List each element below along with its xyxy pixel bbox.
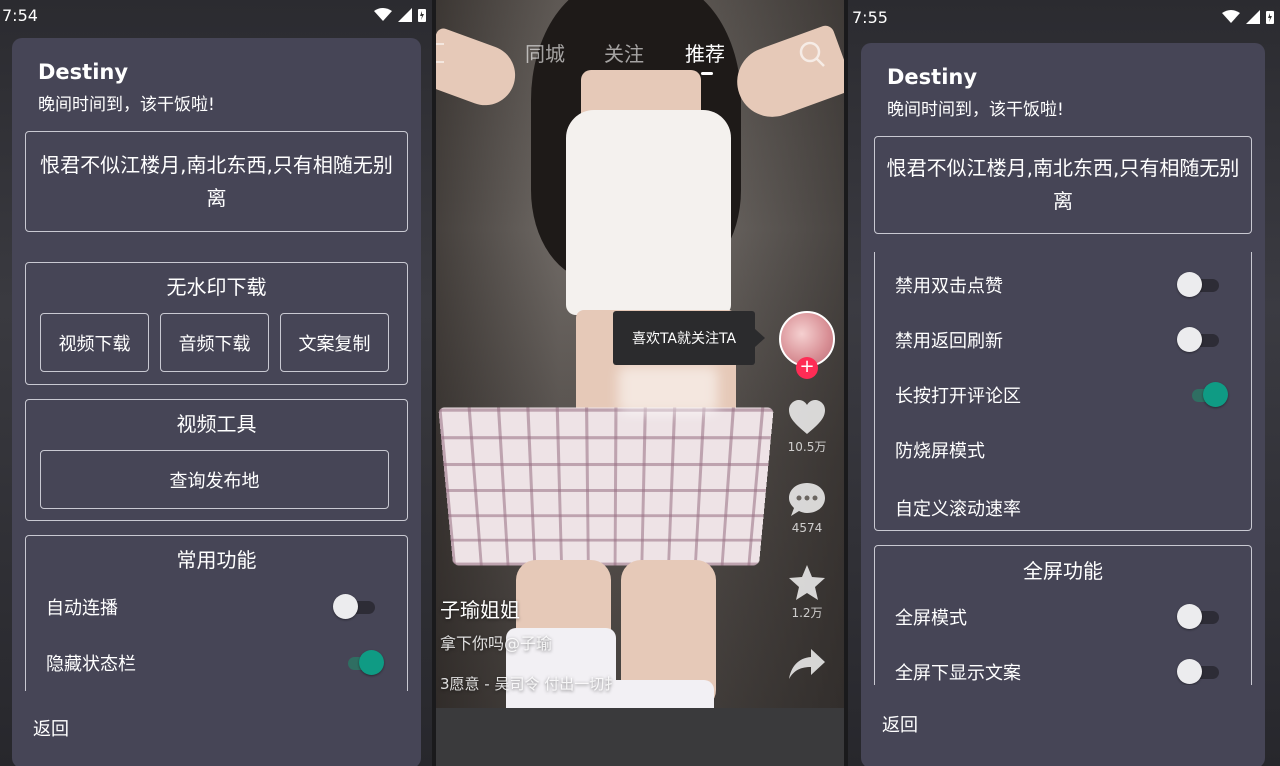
battery-icon <box>1266 11 1274 24</box>
setting-label: 禁用返回刷新 <box>895 331 1003 352</box>
copy-caption-button[interactable]: 文案复制 <box>280 313 389 372</box>
section-title: 全屏功能 <box>1023 559 1103 583</box>
follow-tooltip: 喜欢TA就关注TA <box>613 311 765 365</box>
share-icon <box>789 649 825 679</box>
screenshot-collage: 7:54 Destiny 晚间时间到，该干饭啦! 恨君不似江楼月,南北东西,只有… <box>0 0 1280 766</box>
disable-back-refresh-toggle[interactable] <box>1177 327 1221 353</box>
setting-label: 禁用双击点赞 <box>895 276 1003 297</box>
comment-icon <box>789 483 825 516</box>
hide-statusbar-toggle[interactable] <box>340 650 384 676</box>
setting-label: 防烧屏模式 <box>895 441 985 462</box>
signal-icon <box>1246 10 1260 24</box>
status-time: 7:54 <box>2 5 38 25</box>
fullscreen-mode-toggle[interactable] <box>1177 604 1221 630</box>
dialog-subtitle: 晚间时间到，该干饭啦! <box>38 95 215 115</box>
common-section: 常用功能 自动连播 隐藏状态栏 <box>25 535 408 691</box>
live-frame-icon[interactable] <box>436 42 450 64</box>
like-count: 10.5万 <box>787 440 827 454</box>
bottom-nav-bar <box>436 708 844 766</box>
setting-label: 长按打开评论区 <box>895 386 1021 407</box>
author-name[interactable]: 子瑜姐姐 <box>440 594 520 623</box>
status-bar: 7:55 <box>848 2 1280 32</box>
setting-row[interactable]: 自定义滚动速率 <box>875 487 1251 527</box>
comment-count: 4574 <box>791 521 823 535</box>
tooltip-text: 喜欢TA就关注TA <box>631 331 737 347</box>
tab-following[interactable]: 关注 <box>604 38 644 67</box>
wifi-icon <box>1222 10 1240 23</box>
setting-row: 自动连播 <box>26 586 407 626</box>
heart-icon <box>789 400 825 434</box>
dialog-subtitle: 晚间时间到，该干饭啦! <box>887 100 1064 120</box>
setting-row: 全屏模式 <box>875 596 1251 636</box>
video-download-button[interactable]: 视频下载 <box>40 313 149 372</box>
favorite-count: 1.2万 <box>791 606 823 620</box>
setting-label: 自动连播 <box>46 598 118 619</box>
tab-recommended[interactable]: 推荐 <box>685 38 725 75</box>
music-info[interactable]: 3愿意 - 吴司令 付出一切扌 <box>440 673 619 694</box>
tab-nearby[interactable]: 同城 <box>525 38 565 67</box>
search-icon[interactable] <box>798 40 826 68</box>
signal-icon <box>398 8 412 22</box>
setting-row: 隐藏状态栏 <box>26 642 407 682</box>
dialog-title: Destiny <box>38 60 129 84</box>
middle-phone-video-feed: 同城 关注 推荐 喜欢TA就关注TA + 10.5万 4574 1.2万 子瑜姐… <box>436 0 844 766</box>
fullscreen-section-clip[interactable]: 全屏功能 全屏模式 全屏下显示文案 <box>874 545 1252 685</box>
left-phone: 7:54 Destiny 晚间时间到，该干饭啦! 恨君不似江楼月,南北东西,只有… <box>0 0 432 766</box>
setting-label: 自定义滚动速率 <box>895 499 1021 520</box>
status-icons <box>1222 10 1274 24</box>
back-button[interactable]: 返回 <box>33 715 69 741</box>
setting-label: 隐藏状态栏 <box>46 654 136 675</box>
follow-plus-button[interactable]: + <box>796 357 818 379</box>
dialog-title: Destiny <box>887 65 978 89</box>
setting-row[interactable]: 防烧屏模式 <box>875 429 1251 469</box>
download-section: 无水印下载 视频下载 音频下载 文案复制 <box>25 262 408 385</box>
status-icons <box>374 8 426 22</box>
battery-icon <box>418 9 426 22</box>
audio-download-button[interactable]: 音频下载 <box>160 313 269 372</box>
section-title: 常用功能 <box>176 548 257 572</box>
long-press-comments-toggle[interactable] <box>1184 382 1228 408</box>
section-title: 无水印下载 <box>166 275 267 299</box>
comment-action[interactable]: 4574 <box>776 481 838 535</box>
query-location-button[interactable]: 查询发布地 <box>40 450 389 509</box>
setting-label: 全屏下显示文案 <box>895 663 1021 684</box>
section-title: 视频工具 <box>176 412 257 436</box>
fullscreen-show-caption-toggle[interactable] <box>1177 659 1221 685</box>
quote-text: 恨君不似江楼月,南北东西,只有相随无别离 <box>40 152 393 210</box>
disable-double-tap-like-toggle[interactable] <box>1177 272 1221 298</box>
settings-scroll-area[interactable]: 禁用双击点赞 禁用返回刷新 长按打开评论区 防烧屏模式 自定义滚动速率 <box>874 252 1252 532</box>
wifi-icon <box>374 8 392 21</box>
quote-text: 恨君不似江楼月,南北东西,只有相随无别离 <box>886 156 1240 213</box>
common-settings-section: 禁用双击点赞 禁用返回刷新 长按打开评论区 防烧屏模式 自定义滚动速率 <box>874 252 1252 531</box>
favorite-action[interactable]: 1.2万 <box>776 564 838 621</box>
quote-box: 恨君不似江楼月,南北东西,只有相随无别离 <box>874 136 1252 234</box>
destiny-settings-dialog: Destiny 晚间时间到，该干饭啦! 恨君不似江楼月,南北东西,只有相随无别离… <box>12 38 421 766</box>
auto-play-toggle[interactable] <box>333 594 377 620</box>
right-phone: 7:55 Destiny 晚间时间到，该干饭啦! 恨君不似江楼月,南北东西,只有… <box>848 0 1280 766</box>
destiny-settings-dialog: Destiny 晚间时间到，该干饭啦! 恨君不似江楼月,南北东西,只有相随无别离… <box>861 43 1265 766</box>
star-icon <box>789 565 825 600</box>
setting-row: 禁用返回刷新 <box>875 319 1251 359</box>
video-description: 拿下你吗@子瑜 <box>440 634 553 653</box>
like-action[interactable]: 10.5万 <box>776 398 838 455</box>
setting-row: 长按打开评论区 <box>875 374 1251 414</box>
fullscreen-section: 全屏功能 全屏模式 全屏下显示文案 <box>874 545 1252 685</box>
share-action[interactable] <box>776 647 838 683</box>
feed-tabs: 同城 关注 推荐 <box>436 38 844 75</box>
setting-row: 全屏下显示文案 <box>875 651 1251 685</box>
back-button[interactable]: 返回 <box>882 711 918 737</box>
setting-row: 禁用双击点赞 <box>875 264 1251 304</box>
video-tools-section: 视频工具 查询发布地 <box>25 399 408 521</box>
status-time: 7:55 <box>852 7 888 27</box>
quote-box: 恨君不似江楼月,南北东西,只有相随无别离 <box>25 131 408 232</box>
status-bar: 7:54 <box>0 0 432 30</box>
setting-label: 全屏模式 <box>895 608 967 629</box>
common-section-clip[interactable]: 常用功能 自动连播 隐藏状态栏 <box>25 535 408 691</box>
